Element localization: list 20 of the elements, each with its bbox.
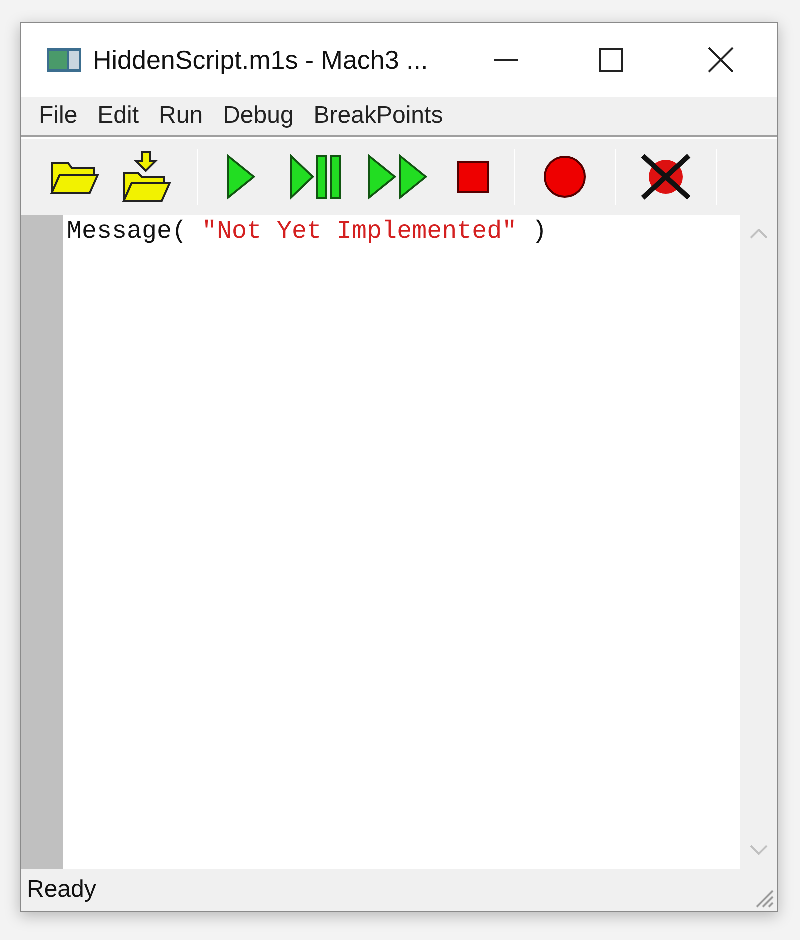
menu-item[interactable]: Run (149, 98, 214, 134)
menu-item[interactable]: File (29, 98, 88, 134)
play-icon (226, 154, 256, 200)
close-icon (708, 47, 734, 73)
record-dot-icon (543, 155, 587, 199)
menu-item[interactable]: Debug (213, 98, 304, 134)
menu-item[interactable]: BreakPoints (304, 98, 454, 134)
window-title: HiddenScript.m1s - Mach3 ... (93, 44, 428, 76)
status-text: Ready (27, 875, 96, 905)
code-line: Message( "Not Yet Implemented" ) (67, 217, 548, 247)
play-pause-icon (289, 154, 343, 200)
stop-icon (457, 161, 489, 193)
fast-forward-icon (367, 154, 429, 200)
crossed-circle-icon (639, 152, 693, 202)
menu-item[interactable]: Edit (88, 98, 150, 134)
maximize-icon (599, 48, 623, 72)
folder-icon (50, 159, 100, 195)
app-icon (47, 48, 81, 72)
folder-arrow-icon (122, 151, 172, 203)
minimize-icon (494, 59, 518, 61)
